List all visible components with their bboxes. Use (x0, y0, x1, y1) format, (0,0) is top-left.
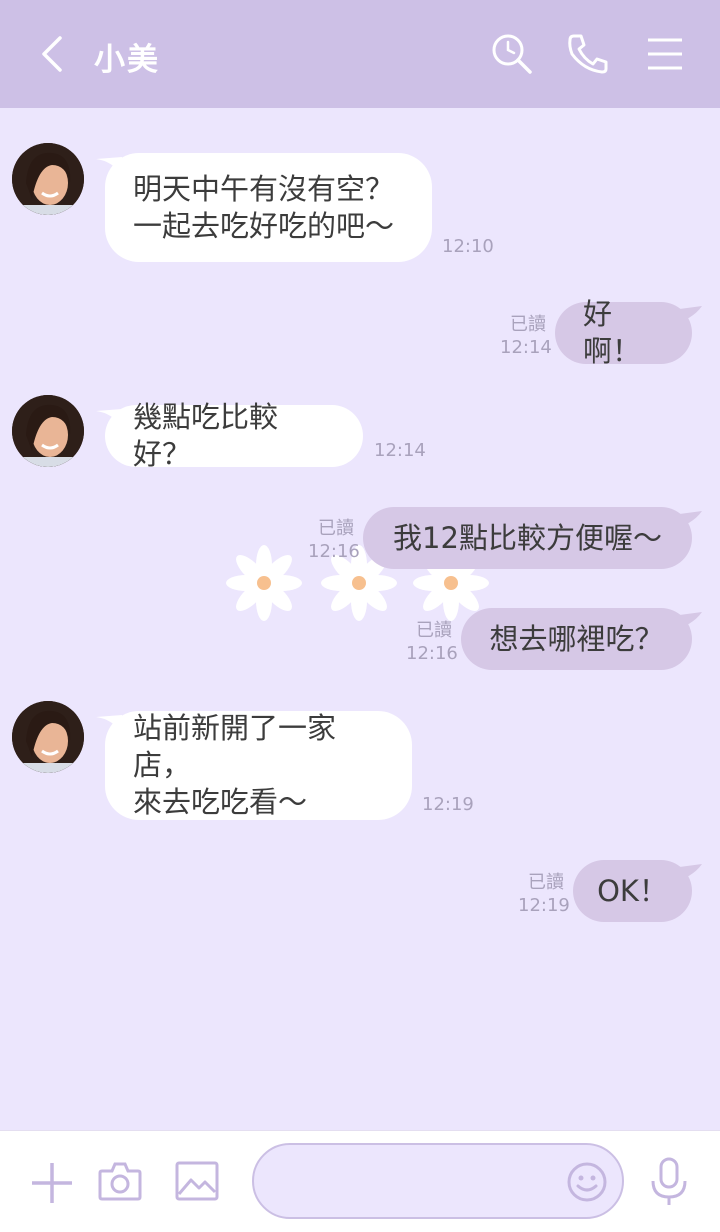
bubble-tail (672, 612, 702, 630)
incoming-message-bubble[interactable]: 明天中午有沒有空？ 一起去吃好吃的吧～ (105, 153, 432, 262)
incoming-message-bubble[interactable]: 幾點吃比較好？ (105, 400, 363, 471)
message-input[interactable] (252, 1143, 624, 1219)
microphone-icon[interactable] (645, 1155, 693, 1209)
read-receipt: 已讀 (416, 620, 452, 641)
emoji-icon[interactable] (566, 1161, 608, 1203)
phone-icon[interactable] (562, 28, 614, 80)
bubble-tail (672, 864, 702, 882)
menu-icon[interactable] (639, 28, 691, 80)
back-chevron-icon[interactable] (34, 32, 74, 76)
bubble-tail (672, 306, 702, 324)
bubble-tail (672, 511, 702, 529)
outgoing-message-bubble[interactable]: 想去哪裡吃？ (461, 608, 692, 670)
chat-header: 小美 (0, 0, 720, 108)
chat-area[interactable]: 明天中午有沒有空？ 一起去吃好吃的吧～ 12:10 已讀 12:14 好啊！ 幾… (0, 108, 720, 1130)
search-history-icon[interactable] (486, 28, 538, 80)
message-time: 12:16 (406, 643, 458, 664)
avatar[interactable] (12, 701, 84, 773)
image-icon[interactable] (173, 1158, 221, 1206)
read-receipt: 已讀 (318, 518, 354, 539)
avatar[interactable] (12, 395, 84, 467)
chat-title: 小美 (94, 42, 160, 78)
read-receipt: 已讀 (510, 314, 546, 335)
avatar[interactable] (12, 143, 84, 215)
message-time: 12:14 (374, 440, 426, 461)
message-time: 12:19 (422, 794, 474, 815)
message-time: 12:16 (308, 541, 360, 562)
outgoing-message-bubble[interactable]: 我12點比較方便喔～ (363, 507, 692, 569)
message-input-bar (0, 1130, 720, 1232)
message-time: 12:14 (500, 337, 552, 358)
read-receipt: 已讀 (528, 872, 564, 893)
camera-icon[interactable] (96, 1157, 144, 1205)
message-time: 12:19 (518, 895, 570, 916)
plus-icon[interactable] (28, 1159, 76, 1207)
incoming-message-bubble[interactable]: 站前新開了一家店， 來去吃吃看～ (105, 711, 412, 820)
message-time: 12:10 (442, 236, 494, 257)
